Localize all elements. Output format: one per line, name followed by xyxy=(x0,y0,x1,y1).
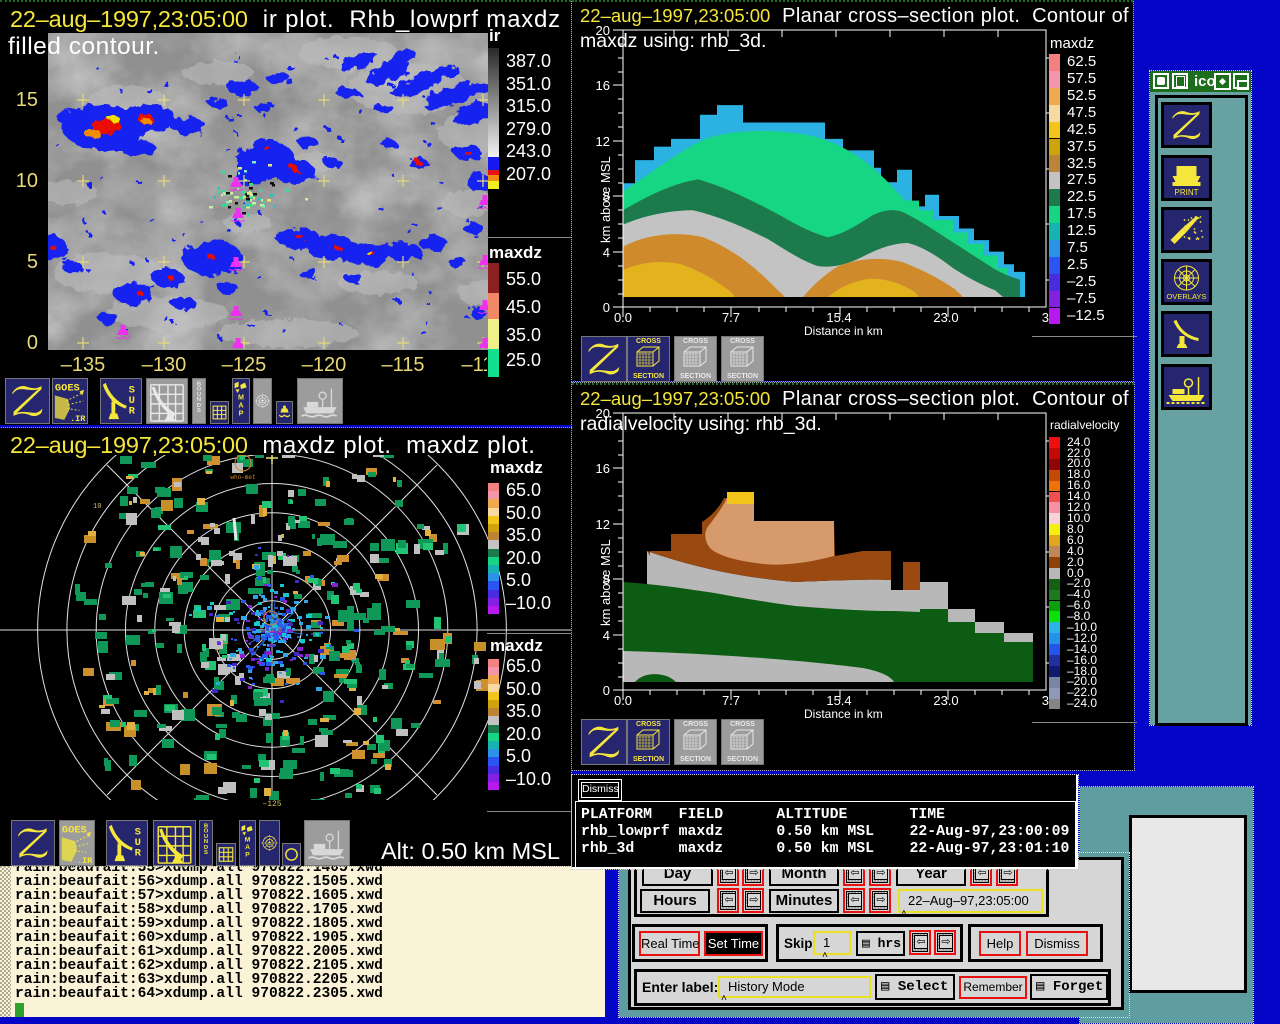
svg-text:S: S xyxy=(204,850,208,856)
svg-text:.IR: .IR xyxy=(77,856,93,865)
svg-text:GOES: GOES xyxy=(55,383,80,395)
svg-text:who–met: who–met xyxy=(230,474,255,481)
svg-text:10: 10 xyxy=(93,503,101,511)
svg-text:R: R xyxy=(129,405,136,417)
svg-text:R: R xyxy=(135,847,142,859)
svg-text:OVERLAYS: OVERLAYS xyxy=(1167,292,1207,301)
svg-text:P: P xyxy=(245,852,250,859)
svg-text:PRINT: PRINT xyxy=(1175,188,1199,197)
svg-text:S: S xyxy=(197,408,201,414)
svg-text:b–12–8: b–12–8 xyxy=(260,627,282,634)
svg-text:N: N xyxy=(197,397,201,403)
svg-text:A: A xyxy=(245,844,250,851)
svg-text:M: M xyxy=(245,837,251,844)
svg-text:.IR: .IR xyxy=(70,414,86,423)
svg-text:P: P xyxy=(239,408,244,417)
svg-text:GOES: GOES xyxy=(62,825,87,837)
svg-text:N: N xyxy=(204,839,208,845)
